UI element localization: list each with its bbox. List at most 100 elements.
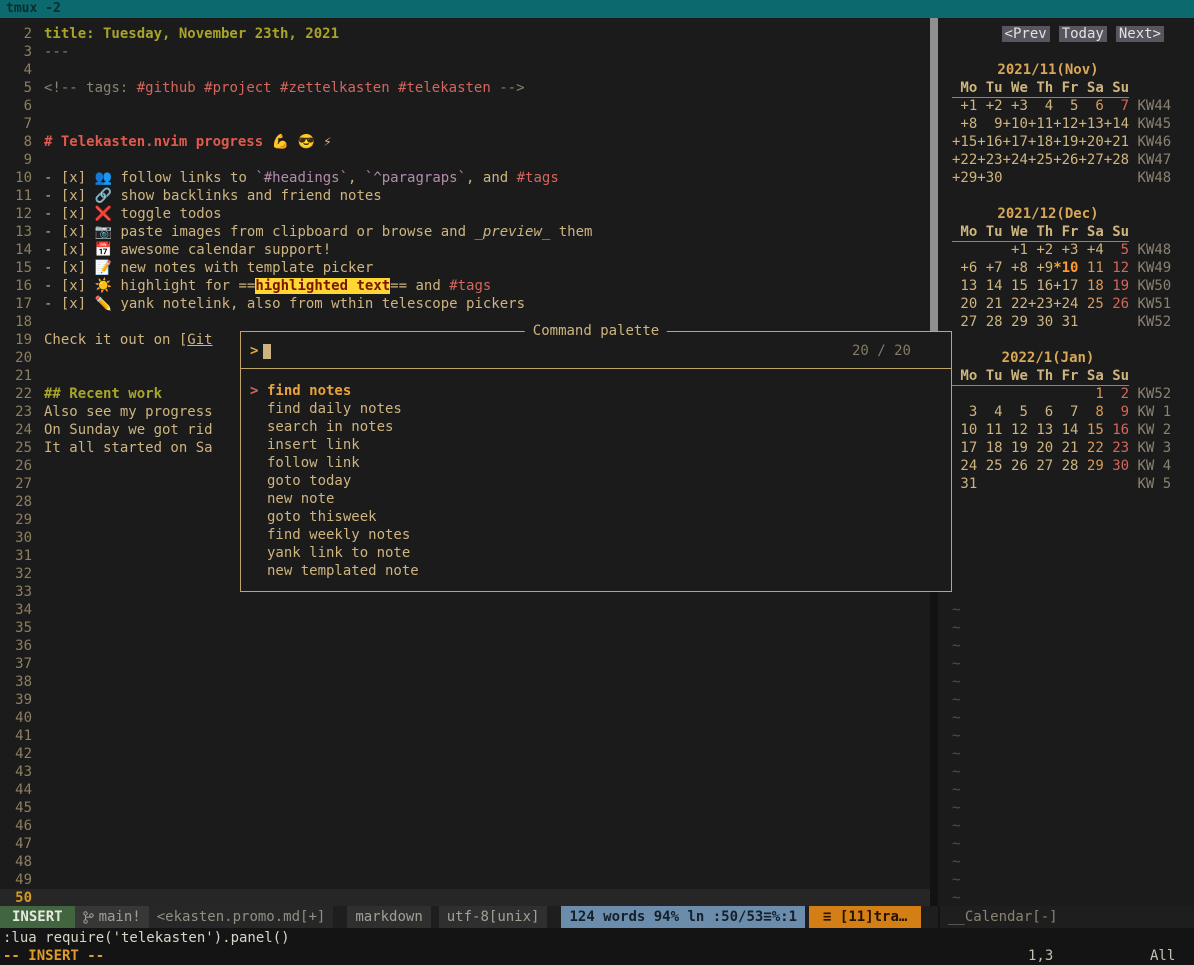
- calendar-day[interactable]: 17: [952, 440, 977, 456]
- calendar-day[interactable]: 31: [952, 476, 977, 492]
- calendar-week-row[interactable]: 13 14 15 16+17 18 19 KW50: [938, 277, 1194, 295]
- calendar-day[interactable]: [1078, 476, 1103, 492]
- calendar-day[interactable]: 7: [1053, 404, 1078, 420]
- calendar-week-row[interactable]: +8 9+10+11+12+13+14 KW45: [938, 115, 1194, 133]
- calendar-day[interactable]: +27: [1078, 152, 1103, 168]
- calendar-day[interactable]: [1104, 476, 1129, 492]
- calendar-day[interactable]: 8: [1078, 404, 1103, 420]
- editor-line[interactable]: 44: [0, 781, 930, 799]
- calendar-week-row[interactable]: 10 11 12 13 14 15 16 KW 2: [938, 421, 1194, 439]
- palette-item[interactable]: find daily notes: [241, 400, 951, 418]
- editor-line[interactable]: 15- [x] 📝 new notes with template picker: [0, 259, 930, 277]
- calendar-week-row[interactable]: +22+23+24+25+26+27+28 KW47: [938, 151, 1194, 169]
- calendar-day[interactable]: 6: [1028, 404, 1053, 420]
- editor-line[interactable]: 3---: [0, 43, 930, 61]
- calendar-day[interactable]: 22: [1078, 440, 1103, 456]
- calendar-day[interactable]: 12: [1104, 260, 1129, 276]
- calendar-week-row[interactable]: +1 +2 +3 4 5 6 7 KW44: [938, 97, 1194, 115]
- editor-line[interactable]: 38: [0, 673, 930, 691]
- editor-line[interactable]: 36: [0, 637, 930, 655]
- editor-line[interactable]: 49: [0, 871, 930, 889]
- editor-line[interactable]: 48: [0, 853, 930, 871]
- editor-line[interactable]: 10- [x] 👥 follow links to `#headings`, `…: [0, 169, 930, 187]
- calendar-day[interactable]: 29: [1003, 314, 1028, 330]
- palette-item[interactable]: find weekly notes: [241, 526, 951, 544]
- calendar-day[interactable]: 26: [1104, 296, 1129, 312]
- calendar-day[interactable]: [1003, 476, 1028, 492]
- calendar-day[interactable]: +7: [977, 260, 1002, 276]
- calendar-day[interactable]: [1028, 170, 1053, 186]
- calendar-day[interactable]: +23: [1028, 296, 1053, 312]
- calendar-day[interactable]: 11: [1078, 260, 1103, 276]
- calendar-week-row[interactable]: 31 KW 5: [938, 475, 1194, 493]
- calendar-day[interactable]: 11: [977, 422, 1002, 438]
- palette-item[interactable]: new templated note: [241, 562, 951, 580]
- editor-line[interactable]: 7: [0, 115, 930, 133]
- editor-line[interactable]: 37: [0, 655, 930, 673]
- palette-item[interactable]: goto thisweek: [241, 508, 951, 526]
- calendar-window[interactable]: <Prev Today Next> 2021/11(Nov) Mo Tu We …: [938, 18, 1194, 906]
- calendar-day[interactable]: 4: [977, 404, 1002, 420]
- calendar-day[interactable]: 15: [1003, 278, 1028, 294]
- calendar-day[interactable]: 5: [1104, 242, 1129, 258]
- calendar-day[interactable]: 14: [1053, 422, 1078, 438]
- calendar-day[interactable]: +17: [1003, 134, 1028, 150]
- calendar-day[interactable]: [977, 386, 1002, 402]
- calendar-day[interactable]: +14: [1104, 116, 1129, 132]
- editor-line[interactable]: 41: [0, 727, 930, 745]
- calendar-day[interactable]: 5: [1053, 98, 1078, 114]
- calendar-day[interactable]: +3: [1003, 98, 1028, 114]
- calendar-day[interactable]: +8: [952, 116, 977, 132]
- calendar-day[interactable]: +28: [1104, 152, 1129, 168]
- calendar-day[interactable]: [977, 476, 1002, 492]
- calendar-day[interactable]: 30: [1104, 458, 1129, 474]
- calendar-day[interactable]: *10: [1053, 260, 1078, 276]
- calendar-day[interactable]: 28: [977, 314, 1002, 330]
- editor-line[interactable]: 12- [x] ❌ toggle todos: [0, 205, 930, 223]
- calendar-day[interactable]: +1: [952, 98, 977, 114]
- editor-line[interactable]: 16- [x] ☀️ highlight for ==highlighted t…: [0, 277, 930, 295]
- calendar-day[interactable]: 13: [1028, 422, 1053, 438]
- editor-line[interactable]: 42: [0, 745, 930, 763]
- calendar-day[interactable]: 25: [1078, 296, 1103, 312]
- calendar-day[interactable]: +22: [952, 152, 977, 168]
- scrollbar-thumb[interactable]: [930, 18, 938, 331]
- calendar-day[interactable]: 20: [1028, 440, 1053, 456]
- calendar-day[interactable]: 27: [1028, 458, 1053, 474]
- editor-line[interactable]: 50: [0, 889, 930, 906]
- editor-line[interactable]: 4: [0, 61, 930, 79]
- editor-line[interactable]: 40: [0, 709, 930, 727]
- calendar-day[interactable]: +23: [977, 152, 1002, 168]
- editor-line[interactable]: 43: [0, 763, 930, 781]
- calendar-week-row[interactable]: 3 4 5 6 7 8 9 KW 1: [938, 403, 1194, 421]
- calendar-day[interactable]: +10: [1003, 116, 1028, 132]
- calendar-day[interactable]: 19: [1104, 278, 1129, 294]
- calendar-day[interactable]: 16: [1104, 422, 1129, 438]
- calendar-day[interactable]: 23: [1104, 440, 1129, 456]
- editor-line[interactable]: 5<!-- tags: #github #project #zettelkast…: [0, 79, 930, 97]
- calendar-day[interactable]: [1078, 314, 1103, 330]
- calendar-day[interactable]: 1: [1078, 386, 1103, 402]
- calendar-day[interactable]: +2: [1028, 242, 1053, 258]
- editor-line[interactable]: 6: [0, 97, 930, 115]
- calendar-day[interactable]: [1003, 386, 1028, 402]
- calendar-day[interactable]: +6: [952, 260, 977, 276]
- palette-item[interactable]: insert link: [241, 436, 951, 454]
- calendar-day[interactable]: +8: [1003, 260, 1028, 276]
- editor-line[interactable]: 39: [0, 691, 930, 709]
- calendar-day[interactable]: [1104, 314, 1129, 330]
- calendar-today-button[interactable]: Today: [1059, 26, 1107, 42]
- calendar-day[interactable]: 21: [977, 296, 1002, 312]
- calendar-day[interactable]: +20: [1078, 134, 1103, 150]
- palette-item[interactable]: new note: [241, 490, 951, 508]
- calendar-day[interactable]: 29: [1078, 458, 1103, 474]
- editor-line[interactable]: 9: [0, 151, 930, 169]
- calendar-day[interactable]: 19: [1003, 440, 1028, 456]
- calendar-day[interactable]: +30: [977, 170, 1002, 186]
- calendar-week-row[interactable]: 20 21 22+23+24 25 26 KW51: [938, 295, 1194, 313]
- calendar-week-row[interactable]: +15+16+17+18+19+20+21 KW46: [938, 133, 1194, 151]
- calendar-day[interactable]: 7: [1104, 98, 1129, 114]
- calendar-day[interactable]: 21: [1053, 440, 1078, 456]
- calendar-day[interactable]: 16: [1028, 278, 1053, 294]
- calendar-day[interactable]: [1028, 386, 1053, 402]
